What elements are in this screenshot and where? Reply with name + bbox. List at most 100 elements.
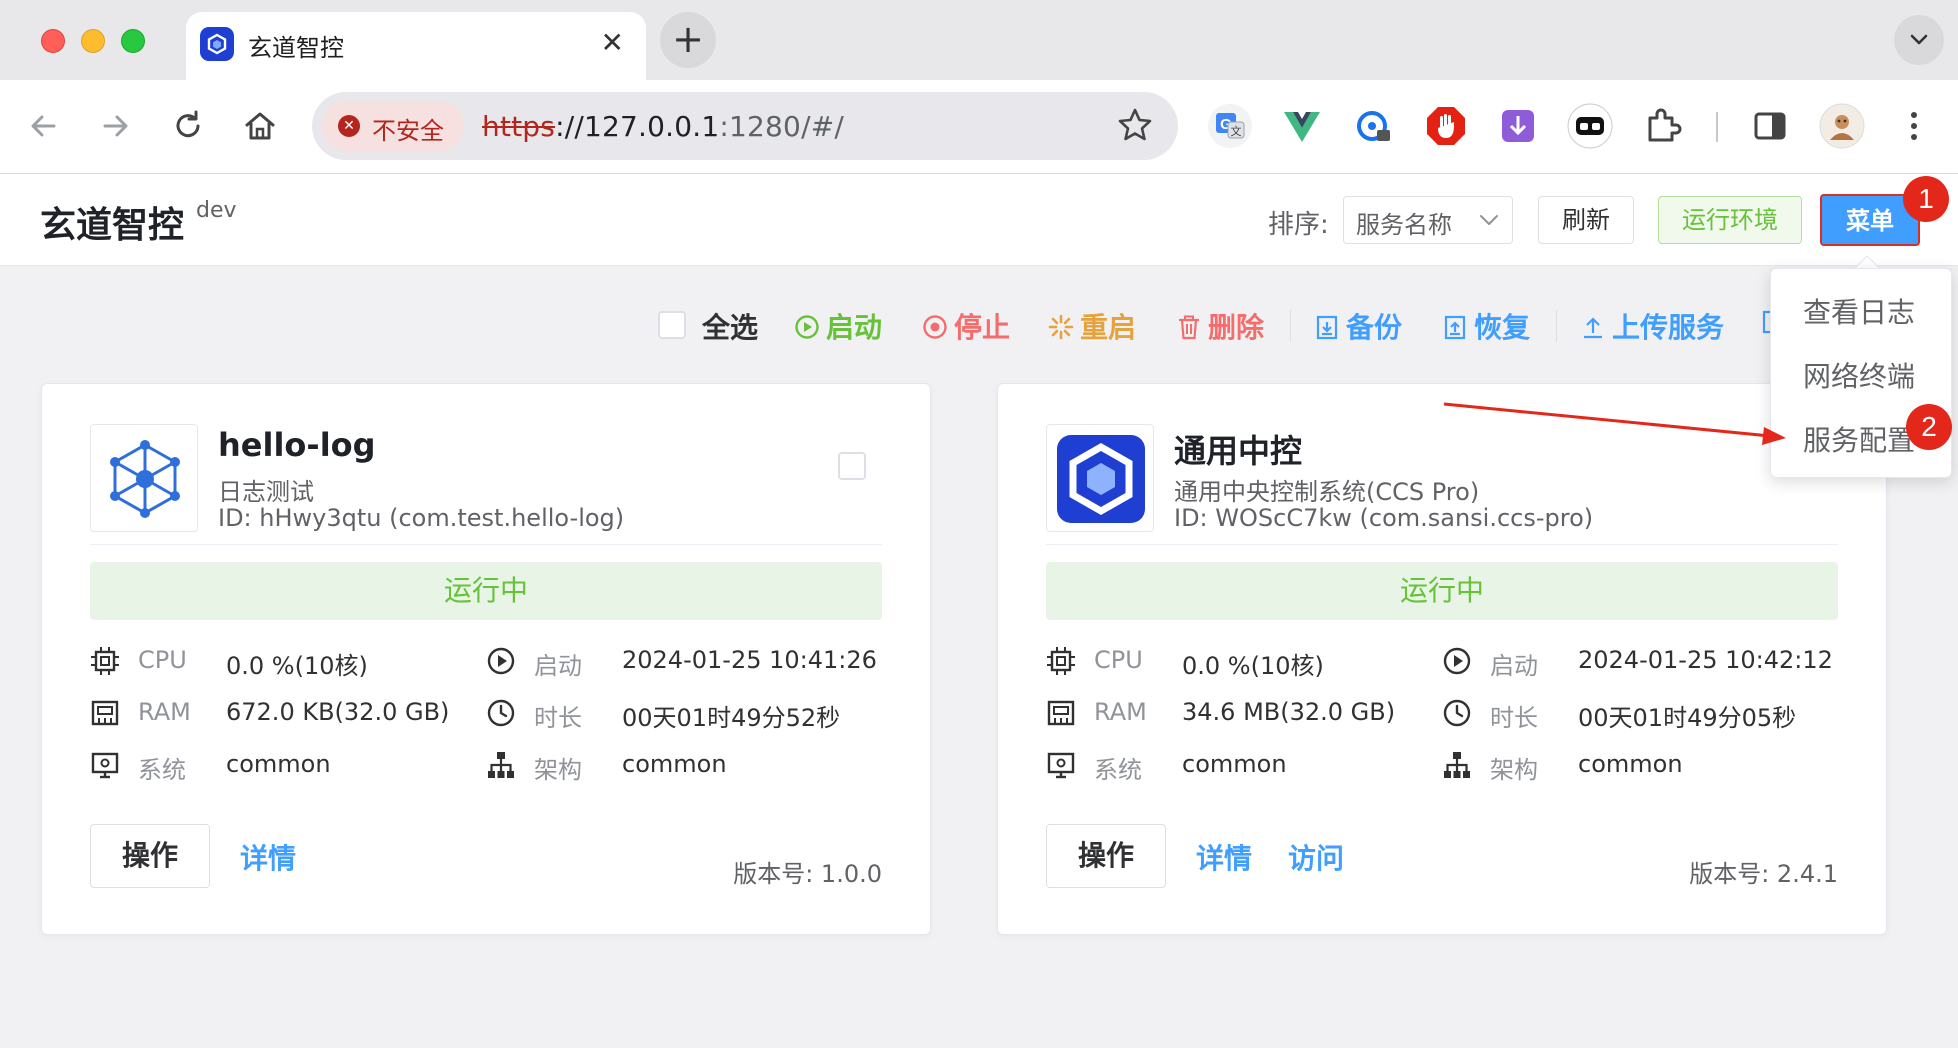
forward-arrow-icon[interactable] [95, 106, 135, 146]
cpu-chip-icon [1047, 647, 1075, 675]
start-time-label: 启动 [534, 652, 582, 680]
home-icon[interactable] [240, 106, 280, 146]
cpu-value: 0.0 %(10核) [226, 652, 368, 680]
url-scheme: https [482, 110, 556, 143]
action-divider [1290, 310, 1291, 342]
stop-action[interactable]: 停止 [922, 306, 1010, 346]
url-text: https://127.0.0.1:1280/#/ [482, 110, 844, 143]
uptime-label: 时长 [534, 704, 582, 732]
new-tab-button[interactable]: + [660, 12, 716, 68]
operate-button[interactable]: 操作 [1046, 824, 1166, 888]
side-panel-icon[interactable] [1746, 102, 1794, 150]
menu-item-terminal[interactable]: 网络终端 [1803, 355, 1915, 395]
upload-service-action[interactable]: 上传服务 [1580, 306, 1724, 346]
system-monitor-icon [1047, 752, 1075, 779]
sort-select[interactable]: 服务名称 [1343, 196, 1513, 244]
back-arrow-icon[interactable] [24, 106, 64, 146]
architecture-tree-icon [1444, 752, 1470, 778]
stop-circle-icon [923, 315, 947, 339]
browser-toolbar: ✕ 不安全 https://127.0.0.1:1280/#/ G文 [0, 80, 1958, 174]
start-time-label: 启动 [1490, 652, 1538, 680]
play-circle-icon [1443, 647, 1471, 675]
trash-icon [1179, 315, 1199, 340]
status-badge: 运行中 [1046, 562, 1838, 620]
upload-service-action-label: 上传服务 [1612, 311, 1725, 344]
tab-title: 玄道智控 [248, 34, 344, 62]
browser-tab-bar: 玄道智控 ✕ + [0, 0, 1958, 80]
sort-select-value: 服务名称 [1356, 211, 1452, 239]
toolbar-divider [1716, 112, 1718, 142]
start-action[interactable]: 启动 [794, 306, 882, 346]
visit-link[interactable]: 访问 [1288, 837, 1344, 877]
app-header: 玄道智控 dev 排序: 服务名称 刷新 运行环境 菜单 [0, 174, 1958, 266]
window-minimize-button[interactable] [81, 29, 105, 53]
ram-label: RAM [138, 698, 191, 726]
clock-icon [1443, 699, 1471, 727]
restore-action[interactable]: 恢复 [1442, 306, 1530, 346]
cube-network-icon [110, 440, 180, 518]
operate-button[interactable]: 操作 [90, 824, 210, 888]
detail-link[interactable]: 详情 [240, 837, 296, 877]
sort-label: 排序: [1268, 210, 1329, 240]
start-time-value: 2024-01-25 10:42:12 [1578, 646, 1833, 674]
vue-devtools-extension-icon[interactable] [1278, 102, 1326, 150]
service-id: ID: hHwy3qtu (com.test.hello-log) [218, 504, 625, 532]
download-box-icon [1316, 315, 1338, 340]
env-tag: dev [196, 198, 237, 223]
tab-list-chevron-icon[interactable] [1894, 15, 1944, 65]
uptime-value: 00天01时49分52秒 [622, 704, 841, 732]
tab-close-icon[interactable]: ✕ [601, 28, 624, 58]
stop-action-label: 停止 [954, 311, 1011, 344]
cpu-chip-icon [91, 647, 119, 675]
memory-icon [1047, 700, 1075, 726]
play-circle-icon [487, 647, 515, 675]
download-extension-icon[interactable] [1494, 102, 1542, 150]
extensions-puzzle-icon[interactable] [1638, 102, 1686, 150]
select-all-label[interactable]: 全选 [702, 306, 758, 346]
reload-icon[interactable] [168, 106, 208, 146]
browser-tab-active[interactable]: 玄道智控 ✕ [186, 12, 646, 80]
refresh-button[interactable]: 刷新 [1538, 196, 1634, 244]
os-label: 系统 [1094, 756, 1142, 784]
ram-label: RAM [1094, 698, 1147, 726]
uptime-label: 时长 [1490, 704, 1538, 732]
browser-kebab-menu-icon[interactable] [1890, 102, 1938, 150]
menu-item-view-logs[interactable]: 查看日志 [1803, 291, 1915, 331]
svg-text:文: 文 [1231, 124, 1242, 138]
detail-link[interactable]: 详情 [1196, 837, 1252, 877]
card-divider [90, 544, 882, 545]
os-label: 系统 [138, 756, 186, 784]
menu-item-service-config[interactable]: 服务配置 [1803, 419, 1915, 459]
url-host: ://127.0.0.1 [555, 110, 720, 143]
profile-avatar[interactable] [1818, 102, 1866, 150]
arch-value: common [622, 750, 727, 778]
app-title: 玄道智控 [40, 205, 185, 246]
batch-action-bar: 全选 启动 停止 重启 删除 备份 恢复 上传服务 [0, 300, 1958, 350]
app-favicon-icon [200, 27, 234, 61]
service-card: 通用中控 通用中央控制系统(CCS Pro) ID: WOScC7kw (com… [997, 383, 1887, 935]
version-label: 版本号: 1.0.0 [733, 860, 882, 888]
play-circle-icon [795, 315, 819, 339]
loading-spinner-icon [1048, 314, 1074, 340]
password-extension-icon[interactable] [1350, 102, 1398, 150]
cpu-value: 0.0 %(10核) [1182, 652, 1324, 680]
backup-action[interactable]: 备份 [1314, 306, 1402, 346]
service-select-checkbox[interactable] [838, 452, 866, 480]
version-label: 版本号: 2.4.1 [1689, 860, 1838, 888]
adblock-extension-icon[interactable] [1422, 102, 1470, 150]
delete-action[interactable]: 删除 [1176, 306, 1264, 346]
bookmark-star-icon[interactable] [1116, 106, 1154, 148]
cpu-label: CPU [138, 646, 187, 674]
select-all-checkbox[interactable] [658, 311, 686, 339]
clock-icon [487, 699, 515, 727]
translate-extension-icon[interactable]: G文 [1206, 102, 1254, 150]
window-close-button[interactable] [41, 29, 65, 53]
runtime-env-button[interactable]: 运行环境 [1658, 196, 1802, 244]
security-chip[interactable]: ✕ 不安全 [322, 101, 464, 151]
address-bar[interactable]: ✕ 不安全 https://127.0.0.1:1280/#/ [312, 92, 1178, 160]
restart-action[interactable]: 重启 [1048, 306, 1136, 346]
window-zoom-button[interactable] [121, 29, 145, 53]
upload-box-icon [1444, 315, 1466, 340]
mask-extension-icon[interactable] [1566, 102, 1614, 150]
ram-value: 34.6 MB(32.0 GB) [1182, 698, 1396, 726]
